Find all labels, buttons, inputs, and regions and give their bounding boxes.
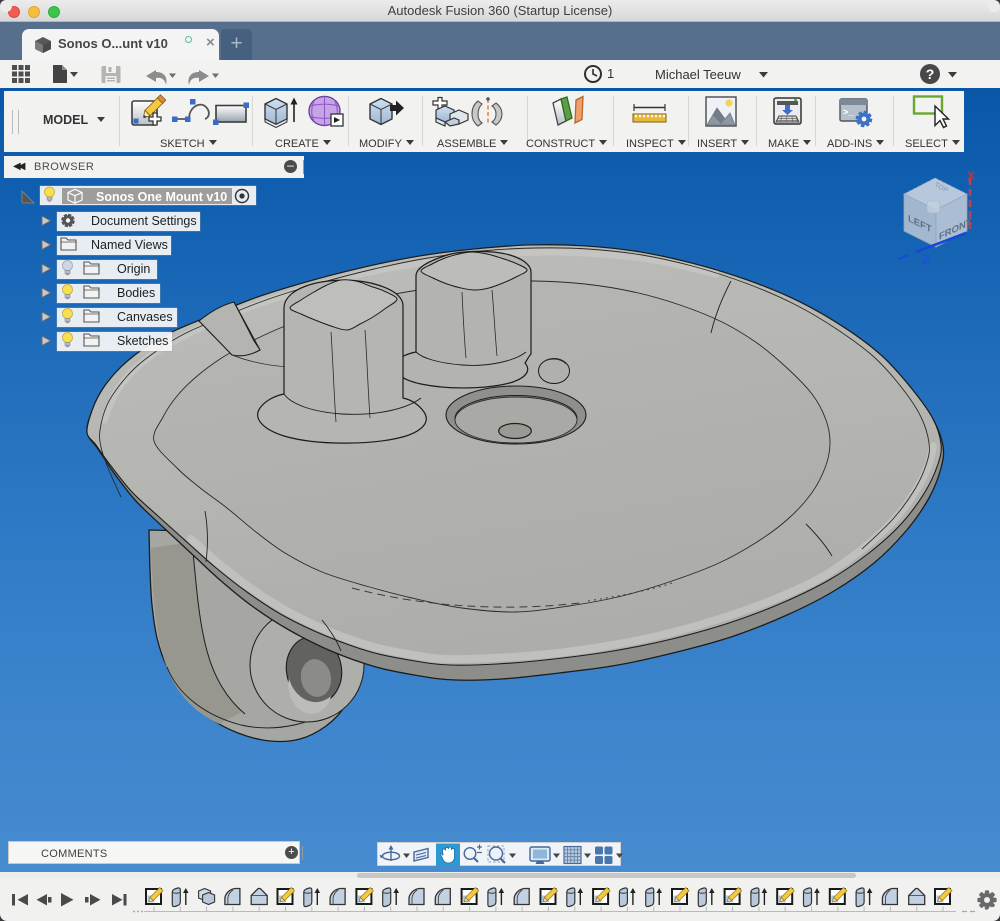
svg-text:X: X bbox=[967, 168, 976, 183]
svg-text:Z: Z bbox=[922, 252, 930, 267]
svg-text:?: ? bbox=[926, 66, 935, 82]
